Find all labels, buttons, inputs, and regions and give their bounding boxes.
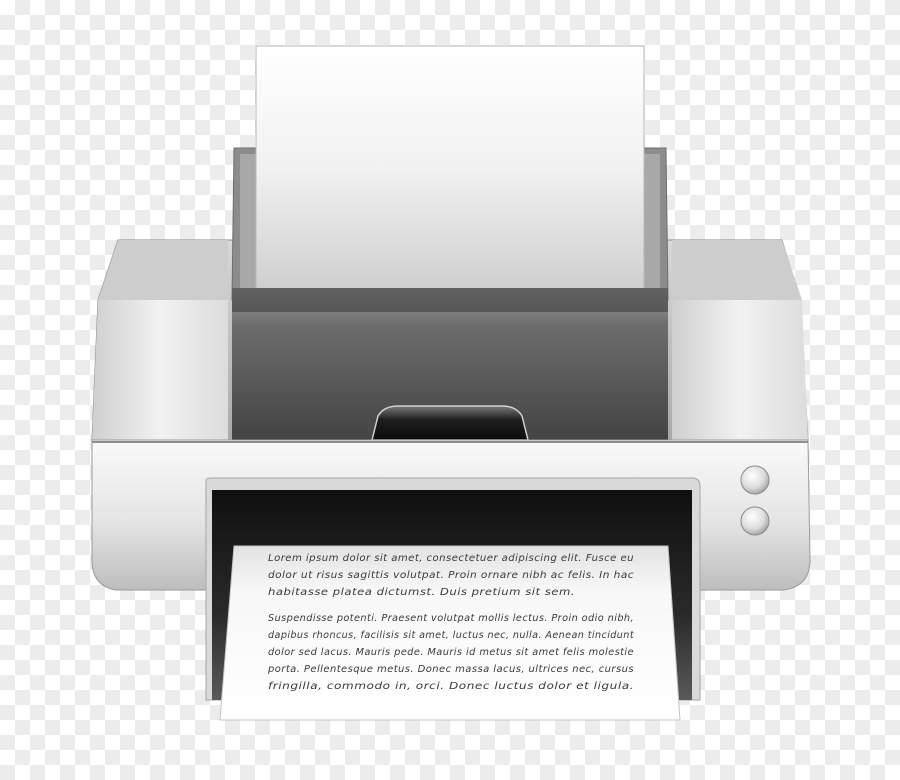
- cover-latch-knob[interactable]: [371, 405, 529, 441]
- document-line: dolor sed lacus. Mauris pede. Mauris id …: [268, 647, 634, 658]
- document-line: habitasse platea dictumst. Duis pretium …: [268, 587, 575, 598]
- document-line: fringilla, commodo in, orci. Donec luctu…: [268, 681, 634, 692]
- document-line: dapibus rhoncus, facilisis sit amet, luc…: [268, 630, 635, 641]
- resume-button[interactable]: [740, 506, 770, 536]
- document-line: dolor ut risus sagittis volutpat. Proin …: [268, 570, 634, 581]
- power-button[interactable]: [740, 465, 770, 495]
- printer-illustration: Lorem ipsum dolor sit amet, consectetuer…: [91, 45, 811, 721]
- document-line: porta. Pellentesque metus. Donec massa l…: [267, 664, 634, 675]
- output-paper-sheet: Lorem ipsum dolor sit amet, consectetuer…: [219, 545, 681, 721]
- document-line: Lorem ipsum dolor sit amet, consectetuer…: [268, 553, 634, 564]
- input-paper-sheet: [255, 45, 645, 291]
- document-line: Suspendisse potenti. Praesent volutpat m…: [268, 613, 634, 624]
